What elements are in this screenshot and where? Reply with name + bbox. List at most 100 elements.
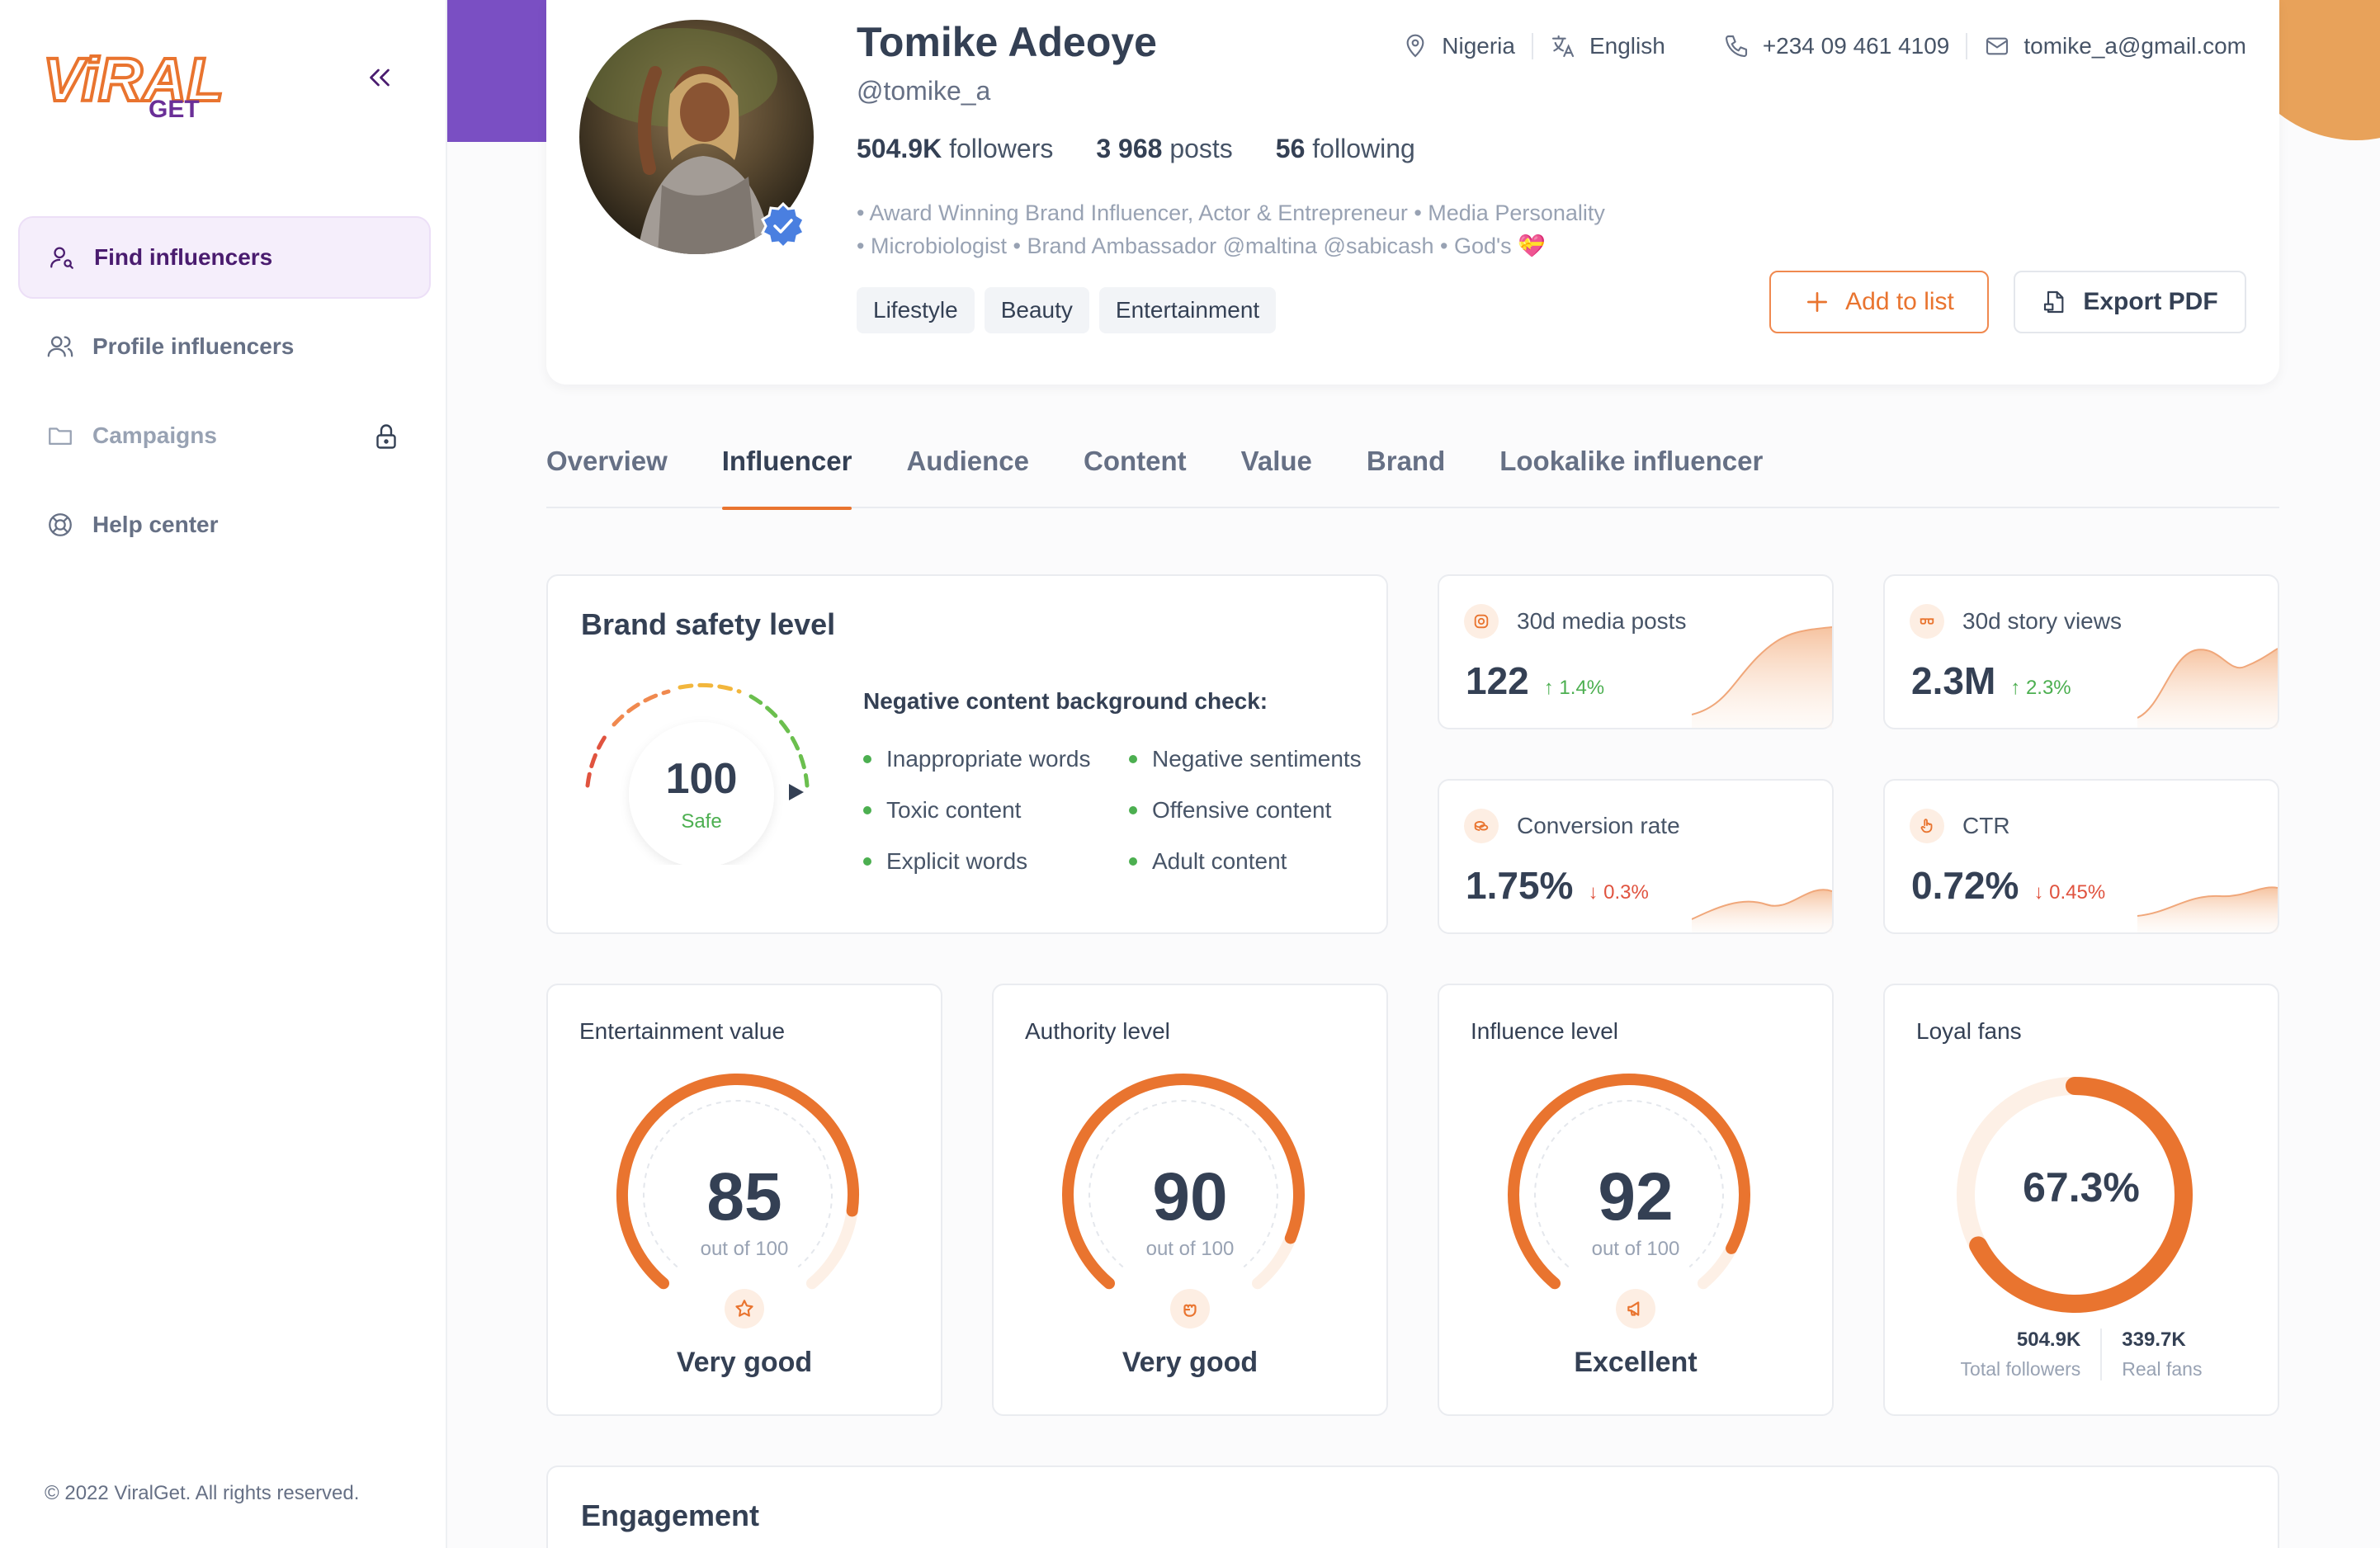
star-icon bbox=[725, 1289, 764, 1329]
bio-line: • Award Winning Brand Influencer, Actor … bbox=[857, 201, 1605, 225]
metric-title: Authority level bbox=[1025, 1018, 1170, 1044]
profile-handle: @tomike_a bbox=[857, 76, 991, 106]
sidebar-item-help-center[interactable]: Help center bbox=[18, 484, 431, 566]
sidebar-item-label: Profile influencers bbox=[92, 333, 295, 359]
tag-beauty[interactable]: Beauty bbox=[984, 287, 1089, 333]
lock-icon bbox=[376, 424, 396, 449]
translate-icon bbox=[1551, 35, 1575, 58]
category-tags: Lifestyle Beauty Entertainment bbox=[857, 287, 1277, 333]
card-title: Brand safety level bbox=[581, 607, 836, 641]
sidebar-item-find-influencers[interactable]: Find influencers bbox=[18, 216, 431, 299]
delta-down: ↓ 0.45% bbox=[2033, 881, 2106, 904]
posts-stat: 3 968 posts bbox=[1096, 134, 1233, 163]
megaphone-icon bbox=[1616, 1289, 1655, 1329]
contact-info: Nigeria English +234 09 461 4109 tomike_… bbox=[1402, 33, 2246, 59]
location: Nigeria bbox=[1402, 33, 1515, 59]
status-dot bbox=[863, 755, 871, 763]
check-list: Inappropriate words Negative sentiments … bbox=[863, 746, 1377, 875]
metric-card-authority: Authority level 90 out of 100 Very good bbox=[992, 984, 1388, 1416]
profile-name: Tomike Adeoye bbox=[857, 19, 1157, 65]
status-dot bbox=[1129, 806, 1137, 814]
verified-badge-icon bbox=[760, 201, 806, 249]
brand-safety-card: Brand safety level 100 Safe Negative con… bbox=[546, 574, 1388, 934]
pdf-file-icon bbox=[2044, 290, 2064, 314]
language: English bbox=[1550, 33, 1665, 59]
metric-value: 90 bbox=[1152, 1159, 1228, 1234]
tab-value[interactable]: Value bbox=[1241, 429, 1312, 508]
tab-audience[interactable]: Audience bbox=[906, 429, 1029, 508]
metric-title: Influence level bbox=[1471, 1018, 1619, 1044]
metric-sub: out of 100 bbox=[1591, 1238, 1680, 1260]
mail-icon bbox=[1986, 37, 2009, 55]
sidebar: ViRAL GET Find influencers Profile influ… bbox=[0, 0, 447, 1548]
metric-card-influence: Influence level 92 out of 100 Excellent bbox=[1438, 984, 1834, 1416]
collapse-sidebar-button[interactable] bbox=[361, 59, 398, 96]
divider bbox=[1531, 33, 1533, 59]
followers-stat: 504.9K followers bbox=[857, 134, 1054, 163]
tab-overview[interactable]: Overview bbox=[546, 429, 668, 508]
phone[interactable]: +234 09 461 4109 bbox=[1723, 33, 1949, 59]
sidebar-item-label: Campaigns bbox=[92, 422, 217, 448]
status-dot bbox=[1129, 857, 1137, 866]
sidebar-item-campaigns[interactable]: Campaigns bbox=[18, 394, 431, 477]
metric-rating: Very good bbox=[1122, 1347, 1258, 1378]
metric-title: Loyal fans bbox=[1916, 1018, 2022, 1044]
metric-title: Entertainment value bbox=[579, 1018, 786, 1044]
sparkline bbox=[2137, 886, 2278, 932]
status-dot bbox=[1129, 755, 1137, 763]
engagement-card: Engagement bbox=[546, 1465, 2279, 1548]
loyal-breakdown: 504.9K Total followers 339.7K Real fans bbox=[1885, 1329, 2278, 1380]
folder-icon bbox=[49, 427, 72, 446]
add-to-list-button[interactable]: Add to list bbox=[1769, 271, 1989, 333]
tag-entertainment[interactable]: Entertainment bbox=[1098, 287, 1277, 333]
check-item: Adult content bbox=[1129, 848, 1377, 875]
safety-status: Safe bbox=[681, 810, 722, 833]
delta-down: ↓ 0.3% bbox=[1588, 881, 1649, 904]
stat-card-media-posts: 30d media posts 122 ↑ 1.4% bbox=[1438, 574, 1834, 729]
export-pdf-button[interactable]: Export PDF bbox=[2014, 271, 2246, 333]
metric-rating: Very good bbox=[676, 1347, 813, 1378]
viralget-logo[interactable]: ViRAL GET bbox=[43, 43, 233, 125]
loyal-fans-card: Loyal fans 67.3% 504.9K Total followers … bbox=[1883, 984, 2279, 1416]
stat-card-story-views: 30d story views 2.3M ↑ 2.3% bbox=[1883, 574, 2279, 729]
profile-tabs: Overview Influencer Audience Content Val… bbox=[546, 429, 2279, 510]
safety-gauge: 100 Safe bbox=[578, 675, 825, 867]
total-followers: 504.9K Total followers bbox=[1941, 1329, 2103, 1380]
header-accent-band bbox=[447, 0, 546, 142]
stat-value: 1.75% ↓ 0.3% bbox=[1466, 864, 1649, 907]
divider bbox=[1966, 33, 1968, 59]
fist-icon bbox=[1170, 1289, 1210, 1329]
tab-content[interactable]: Content bbox=[1084, 429, 1187, 508]
tab-lookalike-influencer[interactable]: Lookalike influencer bbox=[1499, 429, 1763, 508]
tag-lifestyle[interactable]: Lifestyle bbox=[857, 287, 975, 333]
stat-card-conversion-rate: Conversion rate 1.75% ↓ 0.3% bbox=[1438, 779, 1834, 934]
email[interactable]: tomike_a@gmail.com bbox=[1984, 33, 2246, 59]
loyal-percent: 67.3% bbox=[2023, 1164, 2140, 1211]
coins-icon bbox=[1464, 809, 1499, 843]
stat-head: Conversion rate bbox=[1464, 809, 1680, 843]
copyright-text: © 2022 ViralGet. All rights reserved. bbox=[45, 1482, 360, 1504]
metric-card-entertainment: Entertainment value 85 out of 100 Very g… bbox=[546, 984, 942, 1416]
check-title: Negative content background check: bbox=[863, 688, 1268, 714]
metric-sub: out of 100 bbox=[700, 1238, 789, 1260]
sparkline bbox=[1692, 889, 1832, 932]
lifebuoy-icon bbox=[49, 513, 72, 536]
instagram-icon bbox=[1464, 604, 1499, 639]
tab-influencer[interactable]: Influencer bbox=[721, 429, 852, 510]
sidebar-item-label: Help center bbox=[92, 512, 219, 537]
plus-icon bbox=[1807, 292, 1828, 312]
pointer-hand-icon bbox=[1910, 809, 1944, 843]
status-dot bbox=[863, 857, 871, 866]
status-dot bbox=[863, 806, 871, 814]
stat-value: 0.72% ↓ 0.45% bbox=[1911, 864, 2106, 907]
check-item: Inappropriate words bbox=[863, 746, 1129, 772]
stat-value: 2.3M ↑ 2.3% bbox=[1911, 659, 2071, 702]
tab-brand[interactable]: Brand bbox=[1367, 429, 1445, 508]
delta-up: ↑ 2.3% bbox=[2010, 677, 2071, 699]
sidebar-item-profile-influencers[interactable]: Profile influencers bbox=[18, 305, 431, 388]
metric-value: 85 bbox=[706, 1159, 782, 1234]
real-fans: 339.7K Real fans bbox=[2122, 1329, 2203, 1380]
sidebar-nav: Find influencers Profile influencers Cam… bbox=[18, 216, 431, 573]
svg-text:GET: GET bbox=[149, 96, 200, 123]
